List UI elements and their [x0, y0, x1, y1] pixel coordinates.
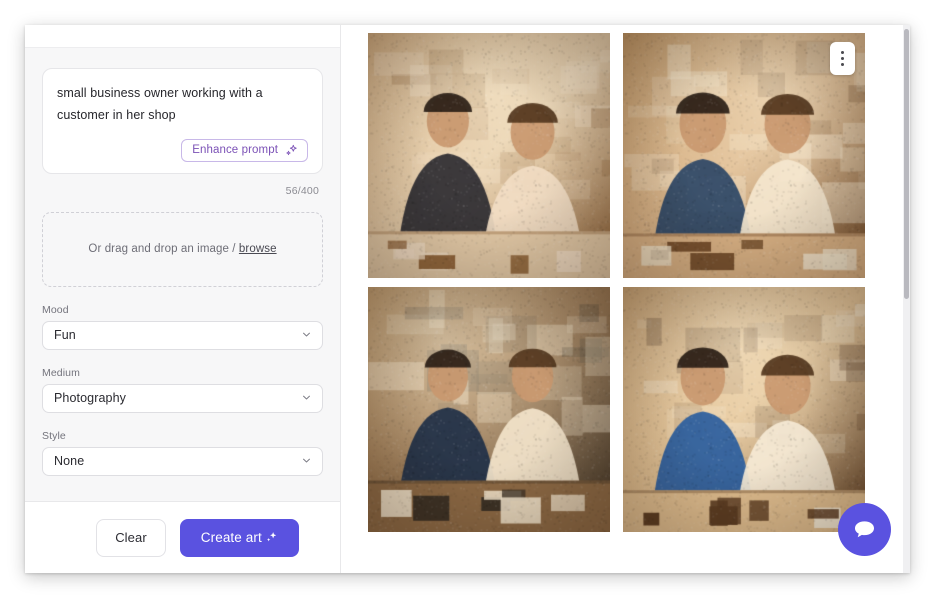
enhance-prompt-label: Enhance prompt: [192, 144, 278, 157]
results-panel: [341, 25, 910, 573]
kebab-dot: [841, 51, 844, 54]
sparkle-icon: [265, 531, 278, 544]
chevron-down-icon: [302, 456, 311, 465]
medium-label: Medium: [42, 366, 80, 379]
prompt-panel: small business owner working with a cust…: [25, 25, 341, 573]
prompt-input-card[interactable]: small business owner working with a cust…: [42, 68, 323, 174]
app-window: small business owner working with a cust…: [25, 25, 910, 573]
style-value: None: [54, 454, 85, 469]
enhance-row: Enhance prompt: [57, 138, 308, 162]
clear-button[interactable]: Clear: [96, 518, 166, 557]
prompt-text[interactable]: small business owner working with a cust…: [57, 83, 308, 127]
style-select[interactable]: None: [42, 446, 323, 476]
medium-select[interactable]: Photography: [42, 383, 323, 413]
kebab-dot: [841, 57, 844, 60]
panel-footer: Clear Create art: [25, 501, 340, 573]
char-counter: 56/400: [285, 184, 319, 197]
generated-image: [368, 33, 610, 278]
panel-topbar: [25, 25, 340, 48]
scrollbar-thumb[interactable]: [904, 29, 909, 299]
enhance-prompt-button[interactable]: Enhance prompt: [181, 138, 308, 162]
field-medium: Medium Photography: [42, 367, 323, 413]
image-results-grid: [368, 33, 865, 532]
style-label: Style: [42, 429, 66, 442]
medium-value: Photography: [54, 391, 126, 406]
chat-bubble-icon[interactable]: [838, 503, 891, 556]
field-style: Style None: [42, 430, 323, 476]
dropzone-hint: Or drag and drop an image / browse: [88, 243, 276, 255]
image-dropzone[interactable]: Or drag and drop an image / browse: [42, 211, 323, 287]
sparkle-icon: [285, 144, 298, 157]
create-art-label: Create art: [200, 530, 262, 545]
chevron-down-icon: [302, 393, 311, 402]
generated-image: [623, 287, 865, 532]
kebab-menu-icon[interactable]: [830, 42, 855, 75]
result-image-1[interactable]: [368, 33, 610, 278]
char-counter-row: 56/400: [42, 174, 323, 199]
dropzone-hint-text: Or drag and drop an image /: [88, 243, 239, 256]
result-image-2[interactable]: [623, 33, 865, 278]
mood-label: Mood: [42, 303, 69, 316]
chevron-down-icon: [302, 330, 311, 339]
result-image-4[interactable]: [623, 287, 865, 532]
browse-link[interactable]: browse: [239, 243, 277, 255]
mood-select[interactable]: Fun: [42, 320, 323, 350]
generated-image: [623, 33, 865, 278]
mood-value: Fun: [54, 328, 76, 343]
result-image-3[interactable]: [368, 287, 610, 532]
vertical-scrollbar[interactable]: [903, 25, 910, 573]
field-mood: Mood Fun: [42, 304, 323, 350]
generated-image: [368, 287, 610, 532]
kebab-dot: [841, 63, 844, 66]
panel-body: small business owner working with a cust…: [25, 48, 340, 501]
chat-bubble-glyph: [854, 521, 875, 538]
create-art-button[interactable]: Create art: [179, 518, 299, 557]
